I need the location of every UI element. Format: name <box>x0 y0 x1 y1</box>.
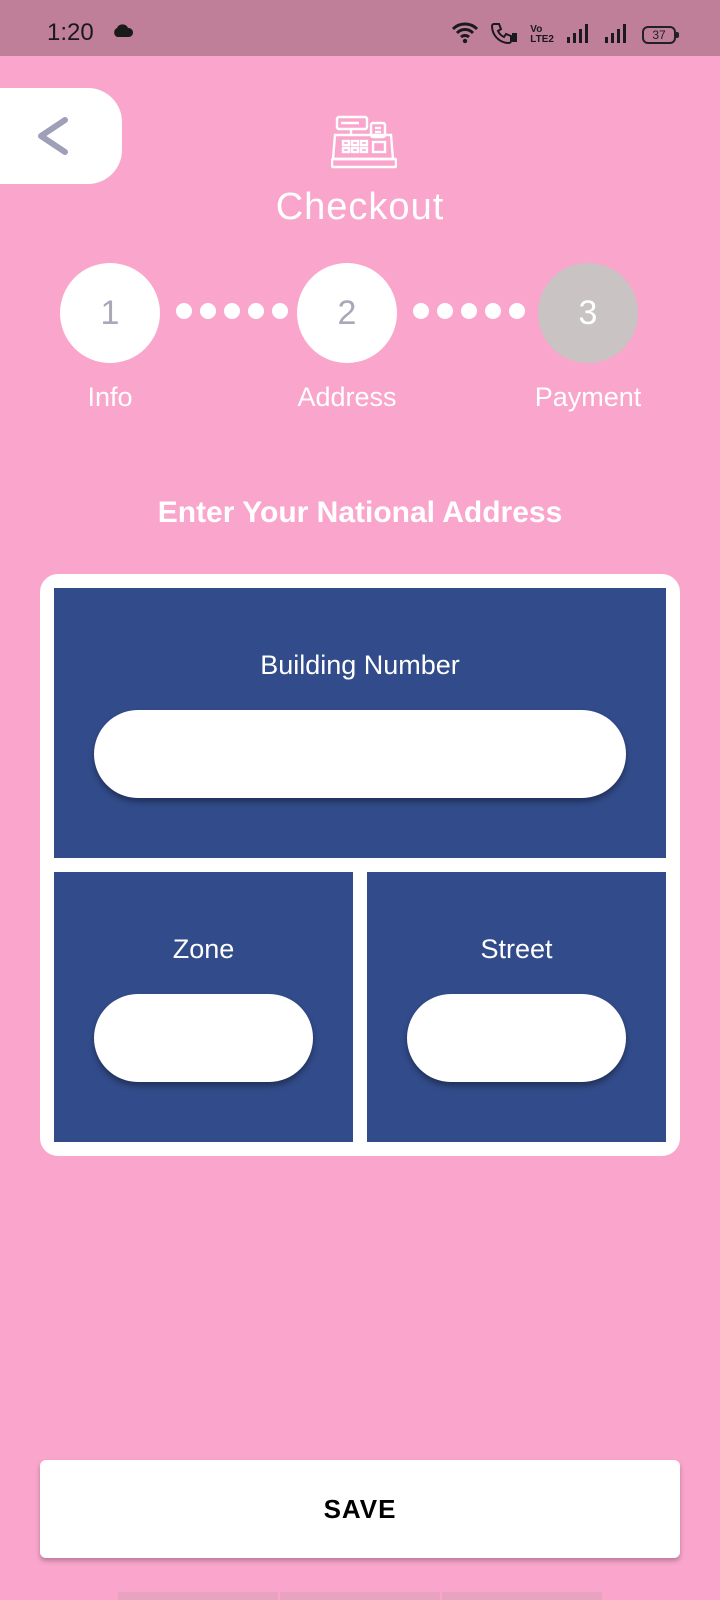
nav-hint-segment <box>280 1592 440 1600</box>
wifi-icon <box>452 22 479 49</box>
nav-hint-segment <box>442 1592 602 1600</box>
step-2-label: Address <box>297 382 397 412</box>
connector-dot <box>509 303 525 319</box>
street-label: Street <box>480 934 553 964</box>
volte-indicator: Vo LTE2 <box>530 25 554 45</box>
save-button[interactable]: SAVE <box>40 1460 680 1558</box>
zone-panel: Zone <box>54 872 353 1142</box>
cash-register-icon <box>330 115 398 174</box>
connector-dot <box>272 303 288 319</box>
battery-icon: 37 <box>642 26 679 44</box>
building-number-panel: Building Number <box>54 588 666 858</box>
step-connector-1 <box>176 303 288 319</box>
step-connector-2 <box>413 303 525 319</box>
step-3-circle[interactable]: 3 <box>538 263 638 363</box>
page-title: Checkout <box>275 186 445 228</box>
zone-input[interactable] <box>94 994 313 1082</box>
nav-hint-segment <box>118 1592 278 1600</box>
zone-label: Zone <box>172 934 235 964</box>
address-form-card: Building Number Zone Street <box>40 574 680 1156</box>
connector-dot <box>413 303 429 319</box>
connector-dot <box>485 303 501 319</box>
building-number-input[interactable] <box>94 710 626 798</box>
signal-icon-2 <box>604 23 630 48</box>
step-1-circle[interactable]: 1 <box>60 263 160 363</box>
step-1-label: Info <box>87 382 133 412</box>
volte-bottom: LTE2 <box>530 34 554 45</box>
street-input[interactable] <box>407 994 626 1082</box>
checkout-stepper: 1 2 3 Info Address Payment <box>0 262 720 422</box>
street-panel: Street <box>367 872 666 1142</box>
building-number-label: Building Number <box>260 650 460 680</box>
chevron-left-icon <box>38 117 68 155</box>
step-3-label: Payment <box>534 382 642 412</box>
connector-dot <box>248 303 264 319</box>
connector-dot <box>461 303 477 319</box>
signal-icon-1 <box>566 23 592 48</box>
cloud-icon <box>112 24 134 43</box>
connector-dot <box>437 303 453 319</box>
connector-dot <box>224 303 240 319</box>
status-bar: 1:20 Vo LTE2 37 <box>0 0 720 56</box>
wifi-call-icon <box>490 21 518 50</box>
status-time: 1:20 <box>47 19 94 46</box>
connector-dot <box>200 303 216 319</box>
status-icons: Vo LTE2 37 <box>452 21 679 50</box>
form-heading: Enter Your National Address <box>157 496 563 529</box>
step-2-circle[interactable]: 2 <box>297 263 397 363</box>
back-button[interactable] <box>0 88 122 184</box>
connector-dot <box>176 303 192 319</box>
